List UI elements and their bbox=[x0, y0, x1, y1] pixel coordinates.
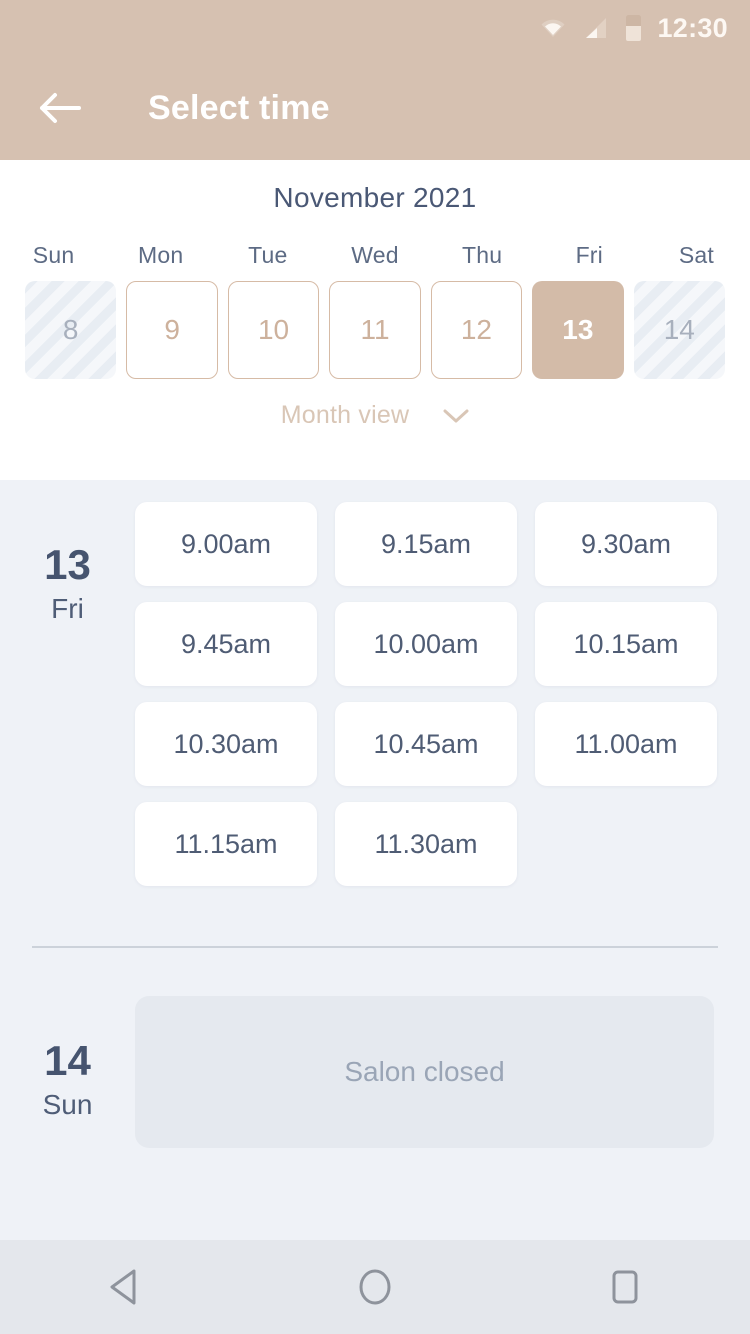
battery-icon bbox=[626, 15, 642, 41]
day-header-mon: Mon bbox=[138, 242, 184, 268]
time-slot[interactable]: 11.15am bbox=[135, 802, 317, 886]
calendar-month-title: November 2021 bbox=[273, 182, 477, 213]
time-slot[interactable]: 9.15am bbox=[335, 502, 517, 586]
status-bar: 12:30 bbox=[0, 0, 750, 56]
calendar-day-cell[interactable]: 9 bbox=[126, 281, 218, 379]
day-header-sat: Sat bbox=[678, 242, 714, 268]
time-slot[interactable]: 11.00am bbox=[535, 702, 717, 786]
mobile-screen: 12:30 Select time November 2021 Sun Mon … bbox=[0, 0, 750, 1334]
day-header-fri: Fri bbox=[575, 242, 603, 268]
schedule-day-number: 13 bbox=[44, 541, 91, 588]
calendar-day-cell[interactable]: 11 bbox=[329, 281, 421, 379]
arrow-left-icon[interactable] bbox=[34, 82, 86, 134]
month-view-label: Month view bbox=[280, 401, 410, 429]
salon-closed-card: Salon closed bbox=[135, 996, 714, 1148]
time-slot[interactable]: 9.00am bbox=[135, 502, 317, 586]
signal-icon bbox=[584, 17, 608, 39]
calendar-panel: November 2021 Sun Mon Tue Wed Thu Fri Sa… bbox=[0, 160, 750, 480]
schedule-day-block-closed: 14 Sun Salon closed bbox=[0, 948, 750, 1148]
recents-square-icon[interactable] bbox=[575, 1240, 675, 1334]
schedule-day-number: 14 bbox=[44, 1037, 91, 1084]
calendar-day-cell[interactable]: 12 bbox=[430, 281, 523, 379]
schedule-day-name: Fri bbox=[51, 593, 84, 624]
calendar-day-headers: Sun Mon Tue Wed Thu Fri Sat bbox=[0, 224, 750, 281]
calendar-day-cell: 8 bbox=[25, 281, 117, 379]
time-slot[interactable]: 10.45am bbox=[335, 702, 517, 786]
page-title: Select time bbox=[148, 88, 330, 127]
schedule-day-label: 14 Sun bbox=[0, 996, 135, 1148]
day-header-thu: Thu bbox=[462, 242, 503, 268]
calendar-week-strip: 8 9 10 11 12 13 14 bbox=[0, 281, 750, 379]
wifi-icon bbox=[540, 18, 566, 38]
time-slot[interactable]: 10.30am bbox=[135, 702, 317, 786]
time-slot-grid: 9.00am 9.15am 9.30am 9.45am 10.00am 10.1… bbox=[135, 502, 750, 886]
time-slot[interactable]: 9.45am bbox=[135, 602, 317, 686]
status-time: 12:30 bbox=[657, 12, 728, 43]
schedule-day-label: 13 Fri bbox=[0, 502, 135, 886]
day-header-sun: Sun bbox=[32, 242, 75, 268]
schedule-day-name: Sun bbox=[42, 1089, 93, 1120]
app-bar-row: Select time bbox=[0, 56, 750, 160]
time-slot[interactable]: 10.00am bbox=[335, 602, 517, 686]
home-circle-icon[interactable] bbox=[325, 1240, 425, 1334]
schedule-area: 13 Fri 9.00am 9.15am 9.30am 9.45am 10.00… bbox=[0, 480, 750, 1240]
android-nav-bar bbox=[0, 1240, 750, 1334]
back-triangle-icon[interactable] bbox=[75, 1240, 175, 1334]
time-slot[interactable]: 11.30am bbox=[335, 802, 517, 886]
day-header-wed: Wed bbox=[351, 242, 399, 268]
chevron-down-icon bbox=[443, 408, 469, 424]
time-slot[interactable]: 10.15am bbox=[535, 602, 717, 686]
day-header-tue: Tue bbox=[248, 242, 288, 268]
time-slot[interactable]: 9.30am bbox=[535, 502, 717, 586]
schedule-day-block-open: 13 Fri 9.00am 9.15am 9.30am 9.45am 10.00… bbox=[0, 480, 750, 886]
calendar-day-cell[interactable]: 10 bbox=[227, 281, 320, 379]
month-view-toggle[interactable]: Month view bbox=[0, 379, 750, 430]
app-bar: 12:30 Select time bbox=[0, 0, 750, 160]
calendar-day-cell: 14 bbox=[633, 281, 725, 379]
calendar-day-cell-selected[interactable]: 13 bbox=[532, 281, 624, 379]
status-icon-group bbox=[540, 15, 642, 41]
